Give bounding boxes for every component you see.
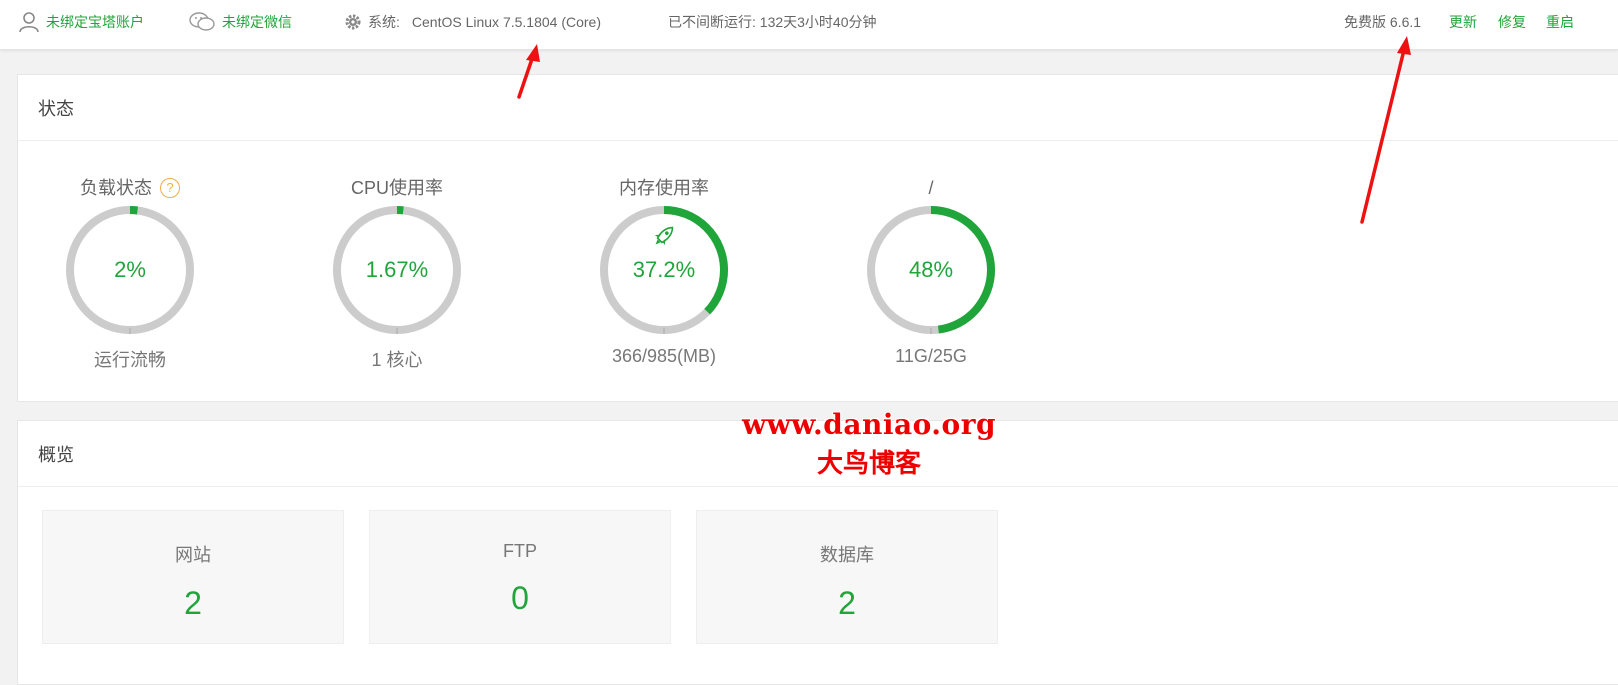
disk-gauge: / 48% 11G/25G [841,176,1021,367]
gauge-subtitle: 366/985(MB) [611,346,717,366]
uptime: 已不间断运行: 132天3小时40分钟 [668,0,877,44]
bind-wechat-link[interactable]: 未绑定微信 [188,0,292,44]
system-info: 系统: CentOS Linux 7.5.1804 (Core) [344,0,601,44]
bind-account-link[interactable]: 未绑定宝塔账户 [18,0,144,44]
watermark-name: 大鸟博客 [817,449,922,479]
overview-card-ftp[interactable]: FTP 0 [369,510,671,644]
help-icon[interactable]: ? [160,178,180,198]
gear-icon [345,14,361,30]
card-count: 2 [838,585,856,621]
version: 免费版 6.6.1 [1344,0,1421,44]
gauge-value: 2% [114,257,146,282]
card-label: 网站 [175,545,211,565]
status-title: 状态 [18,75,1618,141]
gauge-subtitle: 运行流畅 [94,350,166,370]
memory-gauge: 内存使用率 37.2% 366/985(MB) [574,176,754,367]
bind-account-label: 未绑定宝塔账户 [46,14,144,30]
gauge-ring[interactable]: 2% [64,204,196,336]
card-label: 数据库 [820,545,874,565]
system-value: CentOS Linux 7.5.1804 (Core) [411,14,601,30]
version-text: 免费版 6.6.1 [1344,14,1422,30]
gauge-title: / [928,178,934,198]
top-bar: 未绑定宝塔账户 未绑定微信 系统: CentOS Linux 7.5.1804 … [0,0,1618,50]
bind-wechat-label: 未绑定微信 [222,14,292,30]
gauge-ring[interactable]: 48% [865,204,997,336]
gauge-ring[interactable]: 1.67% [331,204,463,336]
card-count: 0 [511,580,529,616]
cpu-gauge: CPU使用率 1.67% 1 核心 [307,176,487,372]
system-label: 系统: [368,14,400,30]
gauge-ring[interactable]: 37.2% [598,204,730,336]
restart-link[interactable]: 重启 [1546,0,1574,44]
gauge-value: 1.67% [365,257,429,282]
repair-link[interactable]: 修复 [1498,0,1526,44]
overview-card-database[interactable]: 数据库 2 [696,510,998,644]
watermark: www.daniao.org 大鸟博客 [742,408,996,480]
watermark-url: www.daniao.org [742,408,997,441]
user-icon [19,12,39,33]
update-link[interactable]: 更新 [1449,0,1477,44]
load-gauge: 负载状态 ? 2% 运行流畅 [40,176,220,372]
gauge-value: 48% [908,257,954,282]
gauge-subtitle: 1 核心 [371,350,423,370]
gauge-title: 负载状态 [80,178,152,198]
gauge-value: 37.2% [632,257,696,282]
status-panel: 状态 [17,74,1618,402]
card-count: 2 [184,585,202,621]
overview-card-sites[interactable]: 网站 2 [42,510,344,644]
gauge-title: CPU使用率 [350,178,443,198]
gauge-subtitle: 11G/25G [895,346,967,366]
gauge-title: 内存使用率 [619,178,709,198]
card-label: FTP [503,541,537,561]
wechat-icon [189,12,215,31]
uptime-text: 已不间断运行: 132天3小时40分钟 [668,14,877,30]
